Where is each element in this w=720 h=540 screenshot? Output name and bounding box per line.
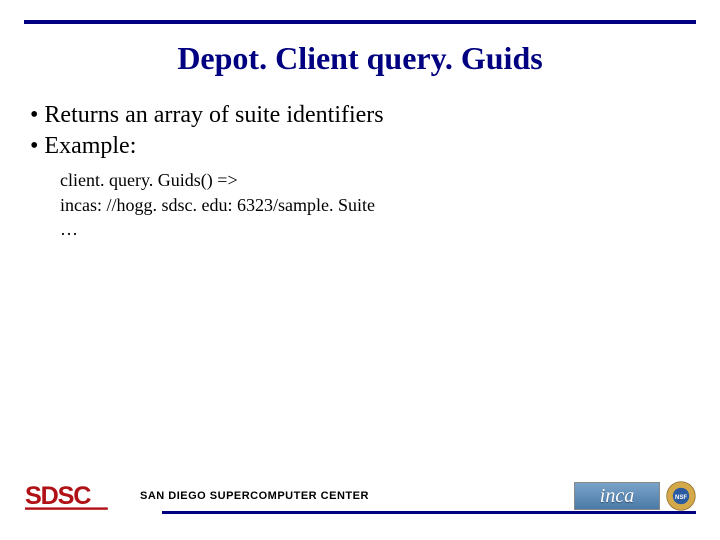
- slide-content: Returns an array of suite identifiers Ex…: [30, 100, 690, 241]
- code-line: client. query. Guids() =>: [60, 168, 690, 192]
- footer-divider: [162, 511, 696, 514]
- bullet-list: Returns an array of suite identifiers Ex…: [30, 100, 690, 162]
- svg-text:NSF: NSF: [675, 495, 687, 501]
- bullet-item: Returns an array of suite identifiers: [30, 100, 690, 131]
- code-line: incas: //hogg. sdsc. edu: 6323/sample. S…: [60, 193, 690, 217]
- sdsc-logo-icon: SDSC: [24, 481, 134, 511]
- inca-logo-icon: inca: [574, 482, 660, 510]
- top-divider: [24, 20, 696, 24]
- nsf-logo-icon: NSF: [666, 481, 696, 511]
- code-example: client. query. Guids() => incas: //hogg.…: [60, 168, 690, 241]
- code-line: …: [60, 217, 690, 241]
- slide-title: Depot. Client query. Guids: [0, 40, 720, 77]
- footer-right-logos: inca NSF: [574, 481, 696, 511]
- sdsc-logo-text: SDSC: [25, 482, 91, 510]
- slide-footer: SDSC SAN DIEGO SUPERCOMPUTER CENTER inca: [24, 476, 696, 516]
- bullet-item: Example:: [30, 131, 690, 162]
- footer-org-name: SAN DIEGO SUPERCOMPUTER CENTER: [140, 490, 574, 502]
